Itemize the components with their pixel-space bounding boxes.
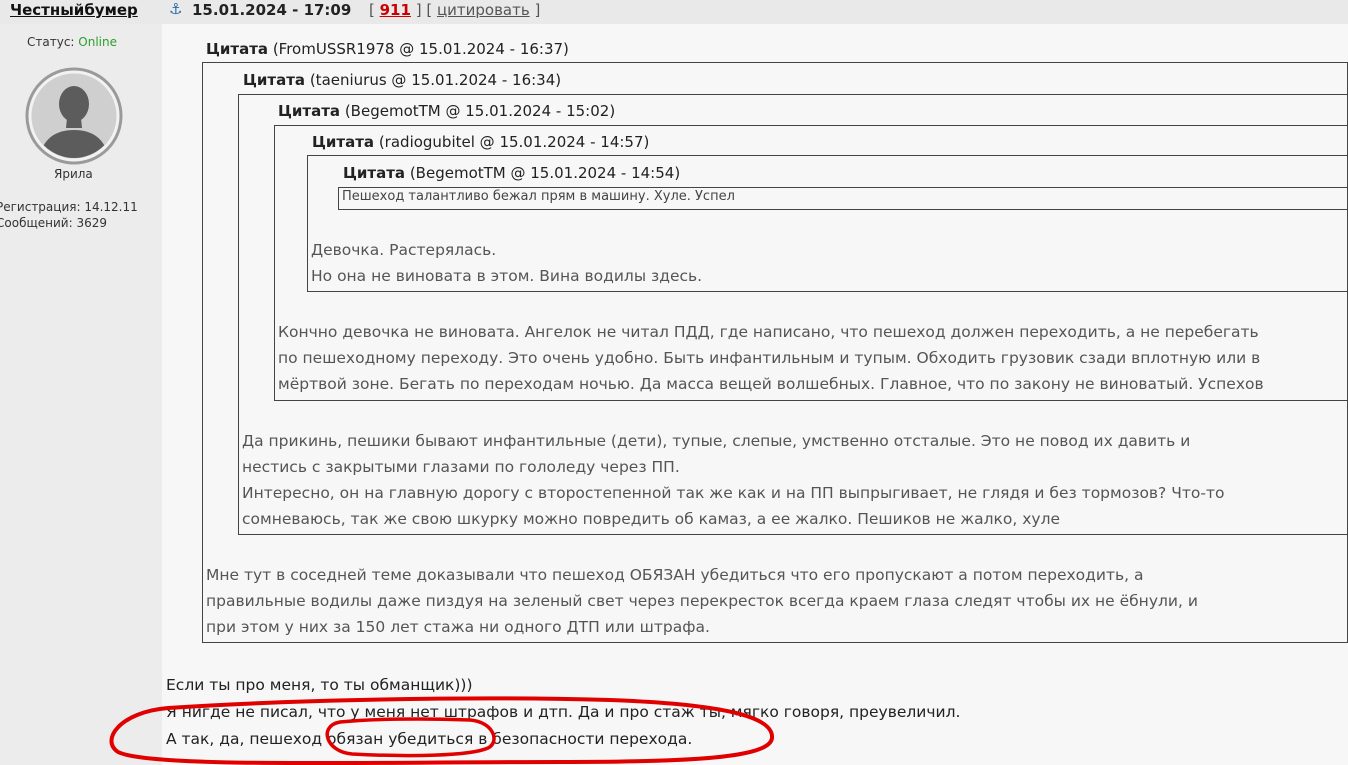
bracket-open: [ [369, 1, 380, 19]
text-line: А так, да, пешеход обязан убедиться в бе… [166, 730, 693, 748]
text-line: Кончно девочка не виновата. Ангелок не ч… [278, 323, 1259, 341]
status-online: Online [78, 35, 117, 49]
author-link[interactable]: Честныйбумер [10, 1, 138, 19]
post-number-link[interactable]: 911 [380, 1, 411, 19]
text-line: Девочка. Растерялась. [311, 241, 497, 259]
quote-meta: (FromUSSR1978 @ 15.01.2024 - 16:37) [268, 40, 569, 58]
text-line: Но она не виновата в этом. Вина водилы з… [311, 267, 703, 285]
quote-text-2: Да прикинь, пешики бывают инфантильные (… [242, 428, 1224, 532]
bracket-mid: ] [ [410, 1, 437, 19]
registration-date: Регистрация: 14.12.11 [0, 200, 138, 214]
quote-header-1: Цитата (FromUSSR1978 @ 15.01.2024 - 16:3… [206, 40, 569, 58]
text-line: нестись с закрытыми глазами по гололеду … [242, 458, 680, 476]
text-line: Мне тут в соседней теме доказывали что п… [206, 566, 1144, 584]
user-status: Статус: Online [27, 35, 117, 49]
text-line: правильные водилы даже пиздуя на зеленый… [206, 592, 1198, 610]
quote-text-4: Девочка. Растерялась. Но она не виновата… [311, 237, 702, 289]
message-count: Сообщений: 3629 [0, 216, 107, 230]
quote-label: Цитата [206, 40, 269, 58]
status-label: Статус: [27, 35, 79, 49]
user-name: Ярила [54, 167, 93, 181]
text-line: при этом у них за 150 лет стажа ни одног… [206, 618, 710, 636]
anchor-icon[interactable]: ⚓ [169, 0, 182, 18]
quote-text-1: Мне тут в соседней теме доказывали что п… [206, 562, 1198, 640]
text-line: по пешеходному переходу. Это очень удобн… [278, 349, 1261, 367]
post-date: 15.01.2024 - 17:09 [192, 1, 352, 19]
bracket-close: ] [529, 1, 541, 19]
quote-text-3: Кончно девочка не виновата. Ангелок не ч… [278, 319, 1264, 397]
text-line: Если ты про меня, то ты обманщик))) [166, 676, 473, 694]
text-line: сомневаюсь, так же свою шкурку можно пов… [242, 510, 1061, 528]
text-line: Да прикинь, пешики бывают инфантильные (… [242, 432, 1191, 450]
text-line: Я нигде не писал, что у меня нет штрафов… [166, 703, 961, 721]
avatar[interactable] [24, 66, 124, 166]
reply-text: Если ты про меня, то ты обманщик))) Я ни… [166, 672, 960, 753]
text-line: мёртвой зоне. Бегать по переходам ночью.… [278, 375, 1264, 393]
quote-link[interactable]: цитировать [437, 1, 530, 19]
quote-text-5: Пешеход талантливо бежал прям в машину. … [342, 189, 735, 204]
text-line: Интересно, он на главную дорогу с второс… [242, 484, 1225, 502]
user-stats: Регистрация: 14.12.11 Сообщений: 3629 [0, 199, 138, 231]
post-links: [ 911 ] [ цитировать ] [369, 1, 540, 19]
